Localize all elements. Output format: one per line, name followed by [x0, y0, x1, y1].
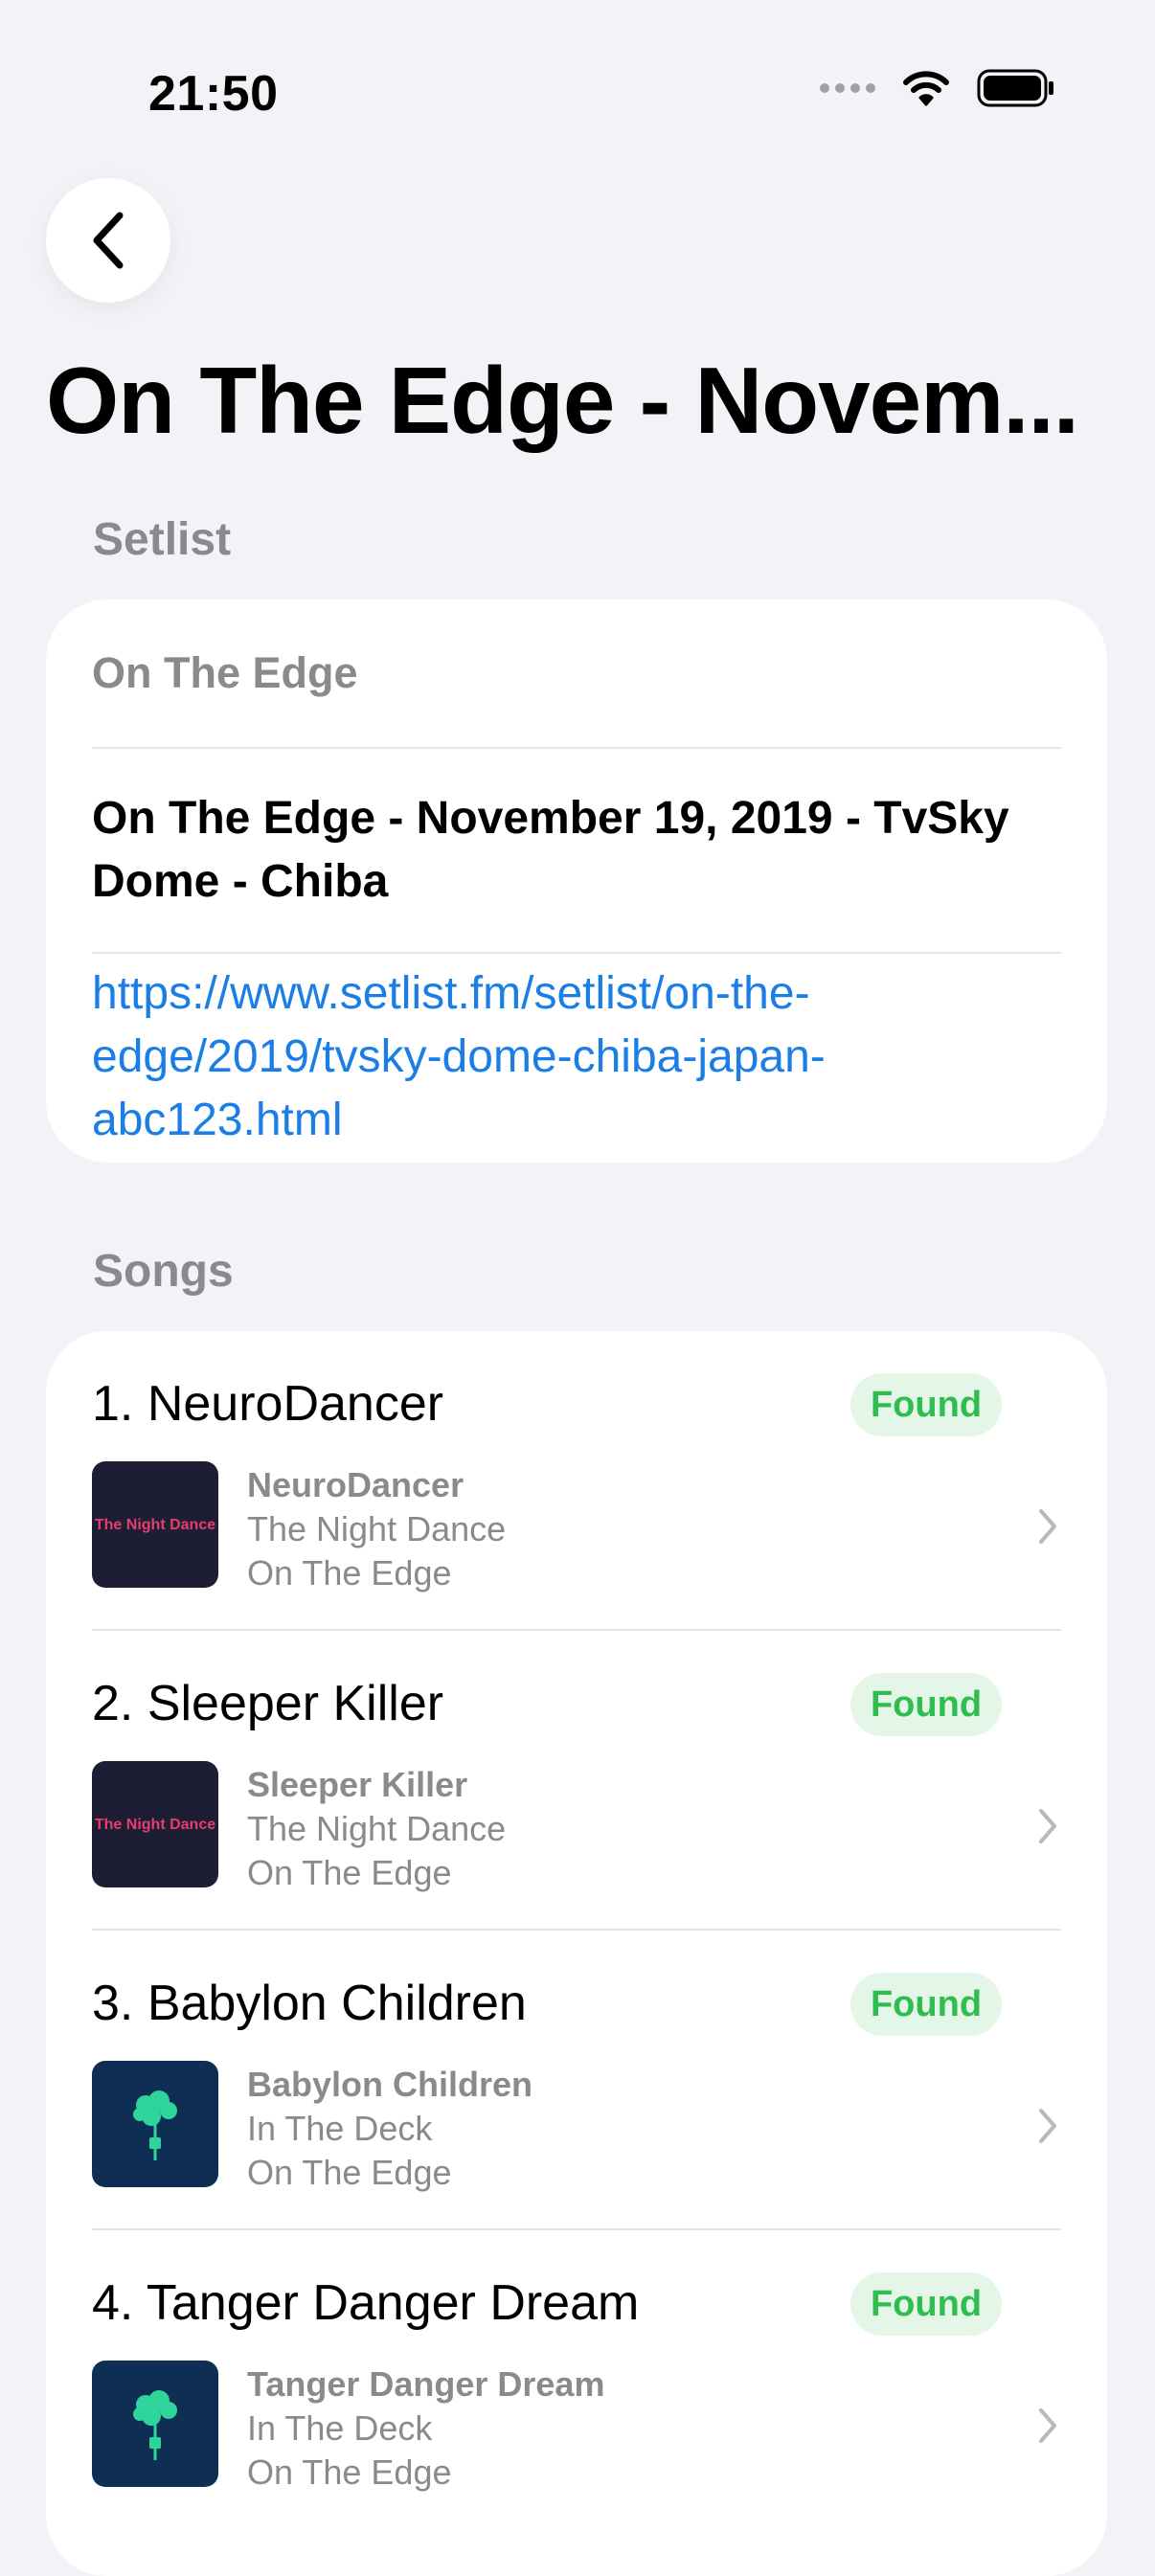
- cellular-signal-icon: [820, 83, 875, 93]
- song-title: 1. NeuroDancer: [92, 1376, 444, 1432]
- song-row[interactable]: 1. NeuroDancer Found The Night Dance Neu…: [46, 1331, 1107, 1631]
- status-icons: [820, 69, 1055, 107]
- found-badge: Found: [850, 1673, 1002, 1736]
- setlist-title: On The Edge - November 19, 2019 - TvSky …: [92, 793, 1009, 907]
- album-art: The Night Dance: [92, 1461, 218, 1588]
- track-name: Tanger Danger Dream: [247, 2364, 605, 2404]
- album-art: [92, 2061, 218, 2187]
- song-row[interactable]: 2. Sleeper Killer Found The Night Dance …: [46, 1631, 1107, 1931]
- song-row[interactable]: 3. Babylon Children Found Babylon Childr…: [46, 1931, 1107, 2230]
- artist-name: On The Edge: [247, 2452, 452, 2492]
- chevron-left-icon: [93, 212, 124, 269]
- setlist-section-header: Setlist: [93, 514, 232, 565]
- song-meta: NeuroDancer The Night Dance On The Edge: [247, 1463, 506, 1595]
- song-meta: Sleeper Killer The Night Dance On The Ed…: [247, 1763, 506, 1895]
- back-button[interactable]: [46, 178, 170, 303]
- chevron-right-icon: [1039, 1809, 1056, 1843]
- album-art-text: The Night Dance: [94, 1516, 216, 1533]
- album-art: The Night Dance: [92, 1761, 218, 1887]
- song-title: 4. Tanger Danger Dream: [92, 2275, 640, 2331]
- found-badge: Found: [850, 1973, 1002, 2036]
- setlist-card: On The Edge On The Edge - November 19, 2…: [46, 599, 1107, 1163]
- track-name: Babylon Children: [247, 2065, 533, 2104]
- artist-name: On The Edge: [247, 1853, 452, 1892]
- setlist-artist: On The Edge: [92, 648, 358, 697]
- song-meta: Tanger Danger Dream In The Deck On The E…: [247, 2362, 604, 2495]
- status-bar: 21:50: [0, 0, 1155, 182]
- album-name: In The Deck: [247, 2109, 433, 2148]
- song-row[interactable]: 4. Tanger Danger Dream Found Tanger Dang…: [46, 2230, 1107, 2530]
- album-name: The Night Dance: [247, 1509, 507, 1548]
- song-meta: Babylon Children In The Deck On The Edge: [247, 2063, 532, 2195]
- artist-name: On The Edge: [247, 1553, 452, 1593]
- songs-section-header: Songs: [93, 1246, 234, 1297]
- chevron-right-icon: [1039, 2109, 1056, 2143]
- found-badge: Found: [850, 2272, 1002, 2336]
- brain-plug-icon: [133, 2090, 177, 2160]
- found-badge: Found: [850, 1373, 1002, 1436]
- album-name: The Night Dance: [247, 1809, 507, 1848]
- wifi-icon: [903, 71, 949, 106]
- chevron-right-icon: [1039, 1509, 1056, 1544]
- setlist-url-link[interactable]: https://www.setlist.fm/setlist/on-the-ed…: [46, 954, 1107, 1161]
- songs-card: 1. NeuroDancer Found The Night Dance Neu…: [46, 1331, 1107, 2576]
- chevron-right-icon: [1039, 2408, 1056, 2443]
- page-title: On The Edge - Novem...: [46, 348, 1079, 453]
- track-name: NeuroDancer: [247, 1465, 464, 1504]
- battery-icon: [977, 69, 1053, 107]
- album-name: In The Deck: [247, 2408, 433, 2448]
- track-name: Sleeper Killer: [247, 1765, 468, 1804]
- album-art: [92, 2361, 218, 2487]
- brain-plug-icon: [133, 2390, 177, 2460]
- song-title: 2. Sleeper Killer: [92, 1676, 444, 1731]
- song-title: 3. Babylon Children: [92, 1976, 527, 2031]
- status-time: 21:50: [148, 66, 279, 122]
- artist-name: On The Edge: [247, 2153, 452, 2192]
- album-art-text: The Night Dance: [94, 1816, 216, 1833]
